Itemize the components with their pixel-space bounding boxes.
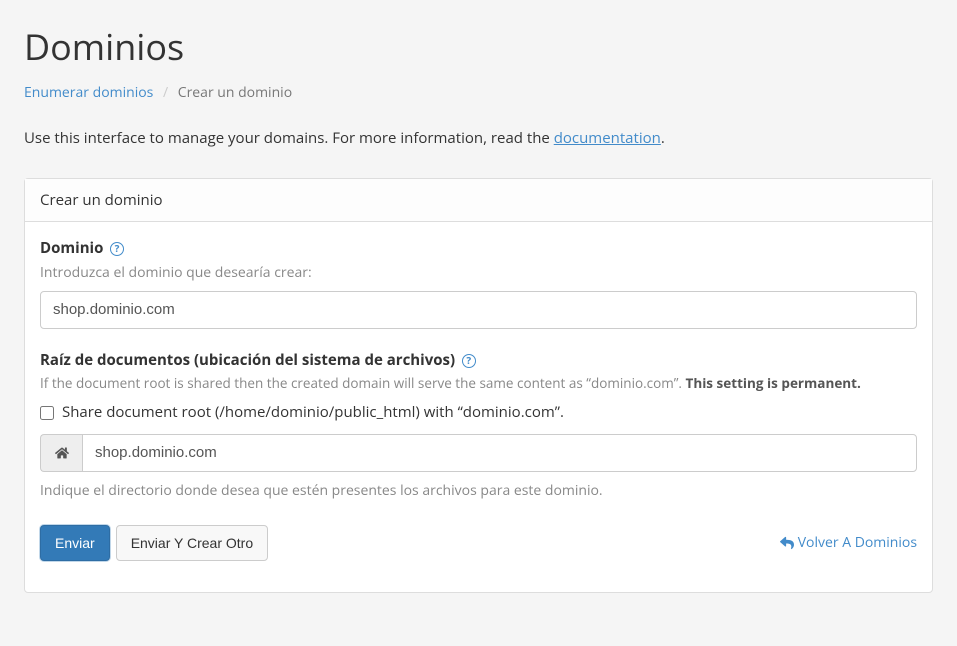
docroot-label: Raíz de documentos (ubicación del sistem…	[40, 349, 455, 372]
home-icon	[55, 446, 69, 460]
panel-heading: Crear un dominio	[25, 179, 932, 223]
submit-another-button[interactable]: Enviar Y Crear Otro	[116, 525, 268, 561]
breadcrumb-separator: /	[163, 83, 168, 102]
docroot-help-bold: This setting is permanent.	[686, 374, 861, 392]
docroot-path-input[interactable]	[82, 434, 917, 472]
intro-text-before: Use this interface to manage your domain…	[24, 128, 554, 148]
intro-text-after: .	[661, 128, 665, 148]
button-group: Enviar Enviar Y Crear Otro	[40, 525, 268, 561]
back-link-label: Volver A Dominios	[798, 532, 917, 553]
domain-form-group: Dominio ? Introduzca el dominio que dese…	[40, 237, 917, 329]
help-icon[interactable]: ?	[462, 354, 476, 368]
docroot-path-group	[40, 434, 917, 472]
documentation-link[interactable]: documentation	[554, 128, 661, 148]
breadcrumb-current: Crear un dominio	[178, 83, 292, 102]
home-icon-addon	[40, 434, 82, 472]
create-domain-panel: Crear un dominio Dominio ? Introduzca el…	[24, 178, 933, 593]
page-title: Dominios	[24, 20, 933, 74]
share-docroot-label: Share document root (/home/dominio/publi…	[62, 401, 564, 424]
reply-icon	[780, 536, 794, 550]
submit-button[interactable]: Enviar	[40, 525, 110, 561]
share-docroot-checkbox[interactable]	[40, 406, 54, 420]
breadcrumb: Enumerar dominios / Crear un dominio	[24, 82, 933, 103]
help-icon[interactable]: ?	[110, 242, 124, 256]
domain-label: Dominio	[40, 237, 103, 260]
domain-input[interactable]	[40, 291, 917, 329]
intro-text: Use this interface to manage your domain…	[24, 127, 933, 150]
button-row: Enviar Enviar Y Crear Otro Volver A Domi…	[40, 525, 917, 561]
docroot-footer-text: Indique el directorio donde desea que es…	[40, 480, 917, 501]
docroot-help-text: If the document root is shared then the …	[40, 373, 917, 393]
docroot-help-before: If the document root is shared then the …	[40, 374, 686, 392]
docroot-form-group: Raíz de documentos (ubicación del sistem…	[40, 349, 917, 501]
domain-help-text: Introduzca el dominio que desearía crear…	[40, 262, 917, 283]
share-docroot-row[interactable]: Share document root (/home/dominio/publi…	[40, 401, 917, 424]
breadcrumb-list-domains[interactable]: Enumerar dominios	[24, 83, 153, 102]
back-to-domains-link[interactable]: Volver A Dominios	[780, 532, 917, 553]
